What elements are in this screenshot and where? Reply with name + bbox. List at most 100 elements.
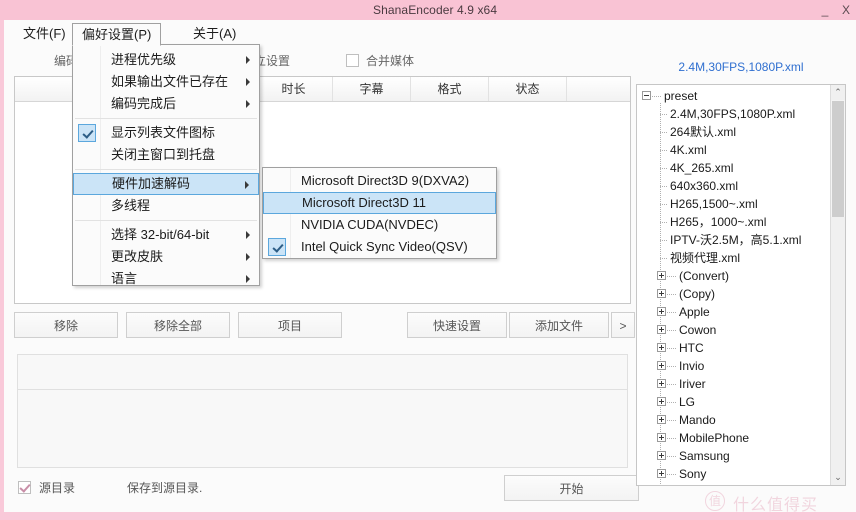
hw-decode-item-3[interactable]: Intel Quick Sync Video(QSV) [263,236,496,258]
expand-icon[interactable] [657,325,666,334]
minimize-button[interactable]: _ [817,3,833,18]
quick-settings-button[interactable]: 快速设置 [407,312,507,338]
tree-connector [660,204,667,205]
column-header-extra[interactable] [567,77,630,101]
expand-icon[interactable] [657,271,666,280]
expand-icon[interactable] [657,343,666,352]
tree-connector [667,366,676,367]
tree-node[interactable]: 640x360.xml [637,177,830,195]
expand-icon[interactable] [657,397,666,406]
tree-node[interactable]: preset [637,87,830,105]
preferences-dropdown[interactable]: 进程优先级 如果输出文件已存在 编码完成后显示列表文件图标 关闭主窗口到托盘 硬件加速解… [72,44,260,286]
close-button[interactable]: X [838,3,854,18]
tree-connector [667,330,676,331]
tree-node[interactable]: 视频代理.xml [637,249,830,267]
tree-node[interactable]: 4K_265.xml [637,159,830,177]
menu-separator [75,118,257,119]
tree-node-label: (Convert) [679,269,730,283]
tree-node[interactable]: HTC [637,339,830,357]
tree-node[interactable]: IPTV-沃2.5M，高5.1.xml [637,231,830,249]
scrollbar-track[interactable] [831,217,845,470]
pref-menu-label: 更改皮肤 [111,249,164,264]
hw-decode-item-2[interactable]: NVIDIA CUDA(NVDEC) [263,214,496,236]
expand-icon[interactable] [657,361,666,370]
more-button[interactable]: > [611,312,635,338]
tree-node[interactable]: Apple [637,303,830,321]
tree-node-label: H265，1000~.xml [670,215,767,229]
column-header-status[interactable]: 状态 [489,77,567,101]
tree-node[interactable]: (Convert) [637,267,830,285]
column-header-duration[interactable]: 时长 [255,77,333,101]
pref-menu-item-4[interactable]: 关闭主窗口到托盘 [73,144,259,166]
column-header-subtitle[interactable]: 字幕 [333,77,411,101]
pref-menu-item-0[interactable]: 进程优先级 [73,49,259,71]
submenu-arrow-icon [246,78,250,86]
merge-media-checkbox[interactable] [346,54,359,67]
remove-all-button[interactable]: 移除全部 [126,312,230,338]
pref-menu-item-1[interactable]: 如果输出文件已存在 [73,71,259,93]
menu-preferences[interactable]: 偏好设置(P) [72,23,162,46]
tree-node-label: H265,1500~.xml [670,197,758,211]
start-button[interactable]: 开始 [504,475,639,501]
menu-file[interactable]: 文件(F) [14,23,75,44]
menu-about[interactable]: 关于(A) [184,23,245,44]
tree-node[interactable]: LG [637,393,830,411]
tree-node[interactable]: Samsung [637,447,830,465]
tree-node[interactable]: 2.4M,30FPS,1080P.xml [637,105,830,123]
tree-node[interactable]: H265,1500~.xml [637,195,830,213]
tree-node[interactable]: H265，1000~.xml [637,213,830,231]
merge-media-label: 合并媒体 [366,54,415,68]
pref-menu-item-9[interactable]: 语言 [73,268,259,290]
remove-button[interactable]: 移除 [14,312,118,338]
expand-icon[interactable] [657,451,666,460]
tree-node[interactable]: Cowon [637,321,830,339]
hw-decode-item-1[interactable]: Microsoft Direct3D 11 [263,192,496,214]
tree-node[interactable]: 4K.xml [637,141,830,159]
selected-preset-title: 2.4M,30FPS,1080P.xml [678,60,804,74]
bottom-bar: 源目录 保存到源目录. 开始 [14,475,639,509]
preset-tree[interactable]: preset 2.4M,30FPS,1080P.xml 264默认.xml 4K.xm… [636,84,846,486]
tree-connector [667,384,676,385]
scroll-up-icon[interactable]: ⌃ [831,85,845,100]
scroll-down-icon[interactable]: ⌄ [831,470,845,485]
tree-connector [667,474,676,475]
column-header-format[interactable]: 格式 [411,77,489,101]
submenu-arrow-icon [246,275,250,283]
expand-icon[interactable] [657,433,666,442]
expand-icon[interactable] [657,289,666,298]
tree-node[interactable]: Invio [637,357,830,375]
info-panel-bottom [17,390,628,468]
tree-node[interactable]: Iriver [637,375,830,393]
submenu-arrow-icon [246,100,250,108]
pref-menu-item-3[interactable]: 显示列表文件图标 [73,122,259,144]
tree-node[interactable]: 264默认.xml [637,123,830,141]
pref-menu-item-8[interactable]: 更改皮肤 [73,246,259,268]
expand-icon[interactable] [657,469,666,478]
pref-menu-item-2[interactable]: 编码完成后 [73,93,259,115]
submenu-arrow-icon [246,56,250,64]
tree-node[interactable]: MobilePhone [637,429,830,447]
collapse-icon[interactable] [642,91,651,100]
expand-icon[interactable] [657,379,666,388]
tree-connector [667,312,676,313]
project-button[interactable]: 项目 [238,312,342,338]
tree-node-label: 2.4M,30FPS,1080P.xml [670,107,796,121]
hardware-decode-submenu[interactable]: Microsoft Direct3D 9(DXVA2) Microsoft Dir… [262,167,497,259]
pref-menu-item-6[interactable]: 多线程 [73,195,259,217]
tree-connector [667,456,676,457]
tree-connector [660,132,667,133]
tree-scrollbar[interactable]: ⌃ ⌄ [830,85,845,485]
scrollbar-thumb[interactable] [832,101,844,217]
tree-node[interactable]: Mando [637,411,830,429]
hw-decode-item-0[interactable]: Microsoft Direct3D 9(DXVA2) [263,170,496,192]
tree-node[interactable]: Sony [637,465,830,483]
expand-icon[interactable] [657,415,666,424]
menu-separator [75,220,257,221]
preset-tree-items[interactable]: preset 2.4M,30FPS,1080P.xml 264默认.xml 4K.xm… [637,87,830,483]
expand-icon[interactable] [657,307,666,316]
tree-node[interactable]: (Copy) [637,285,830,303]
source-dir-checkbox[interactable] [18,481,31,494]
pref-menu-item-5[interactable]: 硬件加速解码 [73,173,259,195]
pref-menu-item-7[interactable]: 选择 32-bit/64-bit [73,224,259,246]
add-file-button[interactable]: 添加文件 [509,312,609,338]
